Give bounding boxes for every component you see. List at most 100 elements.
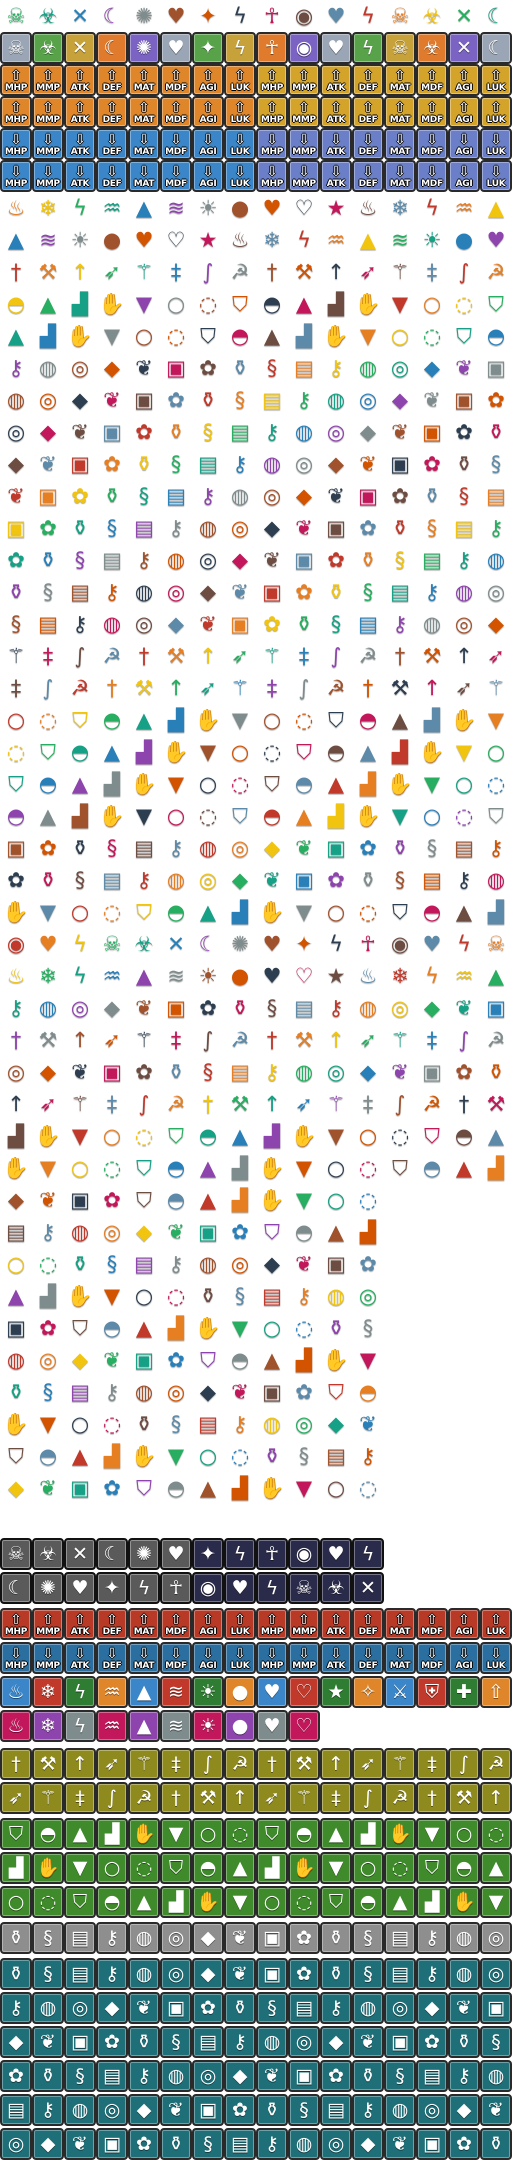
silence-icon-glyph: ✕ xyxy=(455,3,473,28)
food-icon: ❦ xyxy=(288,832,320,864)
bag-icon-glyph: ◍ xyxy=(134,579,154,604)
boots-icon: ▟ xyxy=(96,1818,128,1850)
hat-icon-glyph: ▲ xyxy=(103,739,121,764)
stat-label: AGI xyxy=(199,1661,217,1671)
necklace-icon: ◌ xyxy=(128,1852,160,1884)
necklace-icon-glyph: ◌ xyxy=(358,1155,378,1180)
necklace-icon: ◌ xyxy=(480,768,512,800)
earth-icon-glyph: ▲ xyxy=(7,227,25,252)
helmet-icon-glyph: ◓ xyxy=(39,1822,57,1845)
bow-icon-glyph: ➶ xyxy=(103,259,121,284)
helmet-icon-glyph: ◓ xyxy=(422,1155,442,1180)
staff-icon-glyph: ⚚ xyxy=(295,1786,313,1809)
boots-icon-glyph: ▟ xyxy=(231,1475,249,1500)
stat-label: AGI xyxy=(455,1627,473,1637)
bow-icon-glyph: ➶ xyxy=(103,1027,121,1052)
bag-icon-glyph: ◍ xyxy=(294,419,314,444)
necklace-icon-glyph: ◌ xyxy=(198,803,218,828)
glove-icon-glyph: ✋ xyxy=(322,323,350,348)
helmet-icon: ◓ xyxy=(320,736,352,768)
key-icon: ⚷ xyxy=(160,1248,192,1280)
potion-icon: ⚱ xyxy=(224,992,256,1024)
boots-icon: ▟ xyxy=(352,1216,384,1248)
chest-icon: ▣ xyxy=(64,2026,96,2058)
chest-icon: ▣ xyxy=(448,384,480,416)
scythe-icon: ☭ xyxy=(480,1024,512,1056)
gem-icon-glyph: ◆ xyxy=(231,867,249,892)
glove-icon: ✋ xyxy=(128,768,160,800)
bow-icon: ➶ xyxy=(192,672,224,704)
necklace-icon-glyph: ◌ xyxy=(135,1856,153,1879)
book-icon-glyph: ▤ xyxy=(70,1379,90,1404)
scroll-icon-glyph: § xyxy=(426,835,438,860)
gem-icon: ◆ xyxy=(352,1056,384,1088)
boots-icon-glyph: ▟ xyxy=(295,1347,313,1372)
light-icon: ☀ xyxy=(64,224,96,256)
key-icon-glyph: ⚷ xyxy=(264,1059,280,1084)
fire-icon: ♨ xyxy=(224,224,256,256)
helmet-icon: ◓ xyxy=(32,768,64,800)
icon-row: ◓ ▲ ▟ ✋ ▼ ○ ◌ ⛉ ◓ ▲ ▟ ✋ ▼ ○ ◌ ⛉ xyxy=(0,800,512,832)
silence-icon: ✕ xyxy=(448,32,480,64)
necklace-icon: ◌ xyxy=(288,1312,320,1344)
book-icon-glyph: ▤ xyxy=(262,1283,282,1308)
bow-icon-glyph: ➶ xyxy=(455,675,473,700)
stat-label: MDF xyxy=(421,1627,443,1637)
heal-icon: ✚ xyxy=(448,1676,480,1708)
flower-icon-glyph: ✿ xyxy=(424,2030,440,2053)
necklace-icon: ◌ xyxy=(352,1152,384,1184)
dark-icon-glyph: ● xyxy=(102,227,122,252)
icon-row: ⛉ ◓ ▲ ▟ ✋ ▼ ○ ◌ ⛉ ◓ ▲ ▟ ✋ ▼ ○ ◌ xyxy=(0,768,512,800)
axe-icon: ⚒ xyxy=(32,1024,64,1056)
cloak-icon: ▼ xyxy=(480,704,512,736)
cloak-icon: ▼ xyxy=(96,320,128,352)
shield-icon: ⛉ xyxy=(256,1818,288,1850)
debuff-stat-icon: ⇩ LUK xyxy=(224,1642,256,1674)
food-icon-glyph: ❦ xyxy=(295,515,313,540)
icon-row: † ⚒ ↑ ➶ ⚚ ‡ ∫ ☭ † ⚒ ↑ ➶ ⚚ ‡ ∫ ☭ xyxy=(0,256,512,288)
spear-icon: ↑ xyxy=(64,1024,96,1056)
helmet-icon: ◓ xyxy=(224,320,256,352)
cloak-icon-glyph: ▼ xyxy=(167,1443,185,1468)
glove-icon-glyph: ✋ xyxy=(130,1443,158,1468)
icon-row: ▟ ✋ ▼ ○ ◌ ⛉ ◓ ▲ ▟ ✋ ▼ ○ ◌ ⛉ ◓ ▲ xyxy=(0,1852,512,1884)
bag-icon: ◍ xyxy=(64,1216,96,1248)
coin-icon: ◎ xyxy=(160,1958,192,1990)
sleep-icon: ☾ xyxy=(0,1572,32,1604)
food-icon: ❦ xyxy=(384,2128,416,2160)
coin-icon-glyph: ◎ xyxy=(70,995,90,1020)
hat-icon-glyph: ▲ xyxy=(327,1219,345,1244)
buff-stat-icon: ⇧ MDF xyxy=(160,96,192,128)
bag-icon-glyph: ◍ xyxy=(359,1996,377,2019)
buff-arrow-icon: ⇧ xyxy=(202,1612,214,1628)
cloak-icon-glyph: ▼ xyxy=(135,291,153,316)
flower-icon: ✿ xyxy=(0,544,32,576)
potion-icon-glyph: ⚱ xyxy=(8,1962,24,1985)
stat-label: MHP xyxy=(4,179,28,189)
dagger-icon: ‡ xyxy=(0,672,32,704)
boots-icon: ▟ xyxy=(256,1852,288,1884)
bag-icon-glyph: ◍ xyxy=(262,1411,282,1436)
stat-label: MDF xyxy=(165,179,187,189)
axe-icon-glyph: ⚒ xyxy=(199,1786,217,1809)
chest-icon: ▣ xyxy=(32,480,64,512)
chest-icon-glyph: ▣ xyxy=(294,867,314,892)
chest-icon: ▣ xyxy=(256,1376,288,1408)
boots-icon-glyph: ▟ xyxy=(71,803,89,828)
scroll-icon: § xyxy=(64,864,96,896)
flower-icon: ✿ xyxy=(128,416,160,448)
axe-icon-glyph: ⚒ xyxy=(38,1027,58,1052)
ice-icon: ❄ xyxy=(384,192,416,224)
chest-icon-glyph: ▣ xyxy=(166,355,186,380)
gem-icon: ◆ xyxy=(32,416,64,448)
boots-icon: ▟ xyxy=(32,1280,64,1312)
flower-icon-glyph: ✿ xyxy=(71,483,89,508)
fire-icon: ♨ xyxy=(0,192,32,224)
book-icon-glyph: ▤ xyxy=(262,387,282,412)
coin-icon: ◎ xyxy=(384,1992,416,2024)
debuff-arrow-icon: ⇩ xyxy=(426,1646,438,1662)
buff-stat-icon: ⇧ MHP xyxy=(0,96,32,128)
potion-icon: ⚱ xyxy=(192,1280,224,1312)
shield-icon: ⛉ xyxy=(128,896,160,928)
water-icon: ♒ xyxy=(320,224,352,256)
